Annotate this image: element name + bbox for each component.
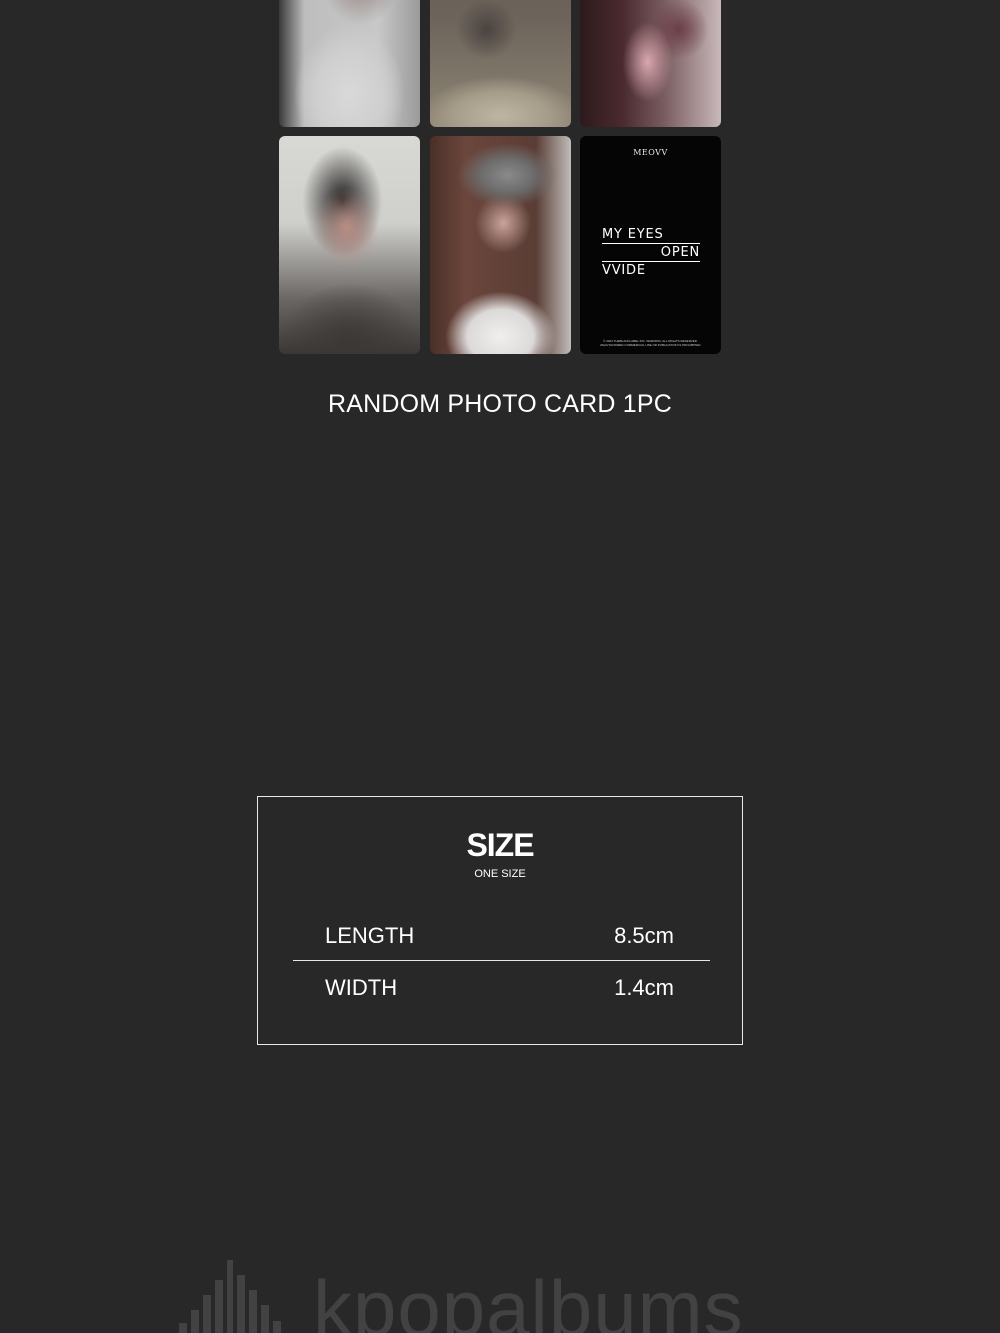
size-table-title: SIZE [466,827,534,863]
photo-card-image [430,136,571,354]
watermark-text: kpopalbums [313,1264,744,1333]
product-detail-page: MEOVV MY EYES OPEN VVIDE © 2024 THEBLACK… [0,0,1000,1333]
city-skyline-icon [179,1260,281,1333]
photo-card-image [279,0,420,127]
photo-card-image [580,0,721,127]
photo-card-back: MEOVV MY EYES OPEN VVIDE © 2024 THEBLACK… [580,136,721,354]
photo-card-title-line: MY EYES [602,226,700,244]
size-table-divider [293,960,710,961]
photo-card-fine-print: © 2024 THEBLACKLABEL INC. WARNING: ALL R… [599,339,702,347]
brand-watermark: kpopalbums [175,1255,835,1333]
size-row-label: WIDTH [325,975,398,1000]
photo-card-title-line: OPEN [602,244,700,262]
photo-card-title: MY EYES OPEN VVIDE [602,226,700,279]
product-caption: RANDOM PHOTO CARD 1PC [327,390,673,418]
size-row-width: WIDTH 1.4cm [325,975,674,1001]
size-row-length: LENGTH 8.5cm [325,923,674,949]
size-row-value: 8.5cm [614,923,674,948]
photo-card-image [430,0,571,127]
photo-card-brand: MEOVV [633,148,668,157]
photo-card-title-line: VVIDE [602,263,646,278]
photo-card-image [279,136,420,354]
size-row-value: 1.4cm [614,975,674,1000]
size-table: SIZE ONE SIZE LENGTH 8.5cm WIDTH 1.4cm [257,796,743,1045]
size-table-subtitle: ONE SIZE [474,868,526,880]
size-row-label: LENGTH [325,923,415,948]
